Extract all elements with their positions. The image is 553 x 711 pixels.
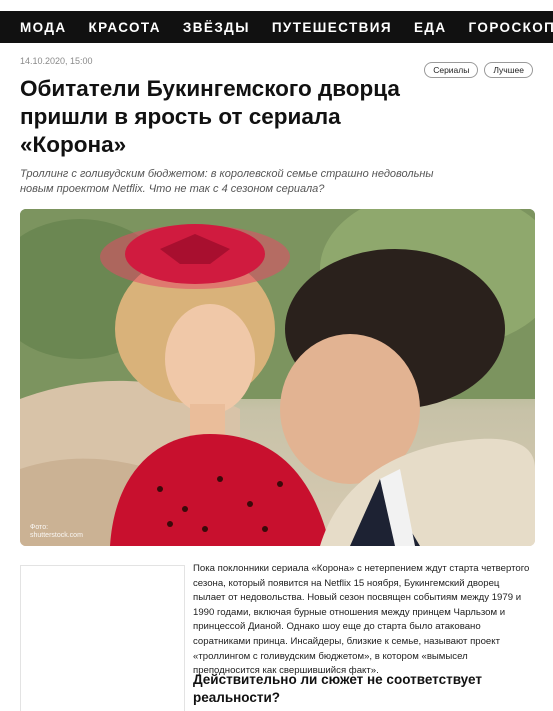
nav-item-horoscope[interactable]: ГОРОСКОП: [469, 20, 553, 35]
tag-best[interactable]: Лучшее: [484, 62, 533, 78]
photo-illustration: [20, 209, 535, 546]
photo-credit: Фото: shutterstock.com: [30, 524, 83, 540]
top-navigation: МОДА КРАСОТА ЗВЁЗДЫ ПУТЕШЕСТВИЯ ЕДА ГОРО…: [0, 11, 553, 43]
article-subheading: Действительно ли сюжет не соответствует …: [193, 672, 482, 705]
article-body-paragraph: Пока поклонники сериала «Корона» с нетер…: [193, 563, 530, 677]
side-ad-placeholder: [20, 565, 185, 711]
article-title: Обитатели Букингемского дворца пришли в …: [20, 76, 400, 157]
nav-item-food[interactable]: ЕДА: [414, 20, 447, 35]
photo-credit-source: shutterstock.com: [30, 532, 83, 539]
nav-item-stars[interactable]: ЗВЁЗДЫ: [183, 20, 250, 35]
article-lead: Троллинг с голивудским бюджетом: в корол…: [20, 168, 434, 195]
nav-item-fashion[interactable]: МОДА: [20, 20, 67, 35]
nav-item-beauty[interactable]: КРАСОТА: [89, 20, 161, 35]
nav-item-travel[interactable]: ПУТЕШЕСТВИЯ: [272, 20, 392, 35]
article-hero-photo: Фото: shutterstock.com: [20, 209, 535, 546]
photo-credit-label: Фото:: [30, 524, 49, 531]
article-date: 14.10.2020, 15:00: [20, 56, 93, 66]
article-tags: Сериалы Лучшее: [424, 62, 533, 78]
tag-series[interactable]: Сериалы: [424, 62, 479, 78]
